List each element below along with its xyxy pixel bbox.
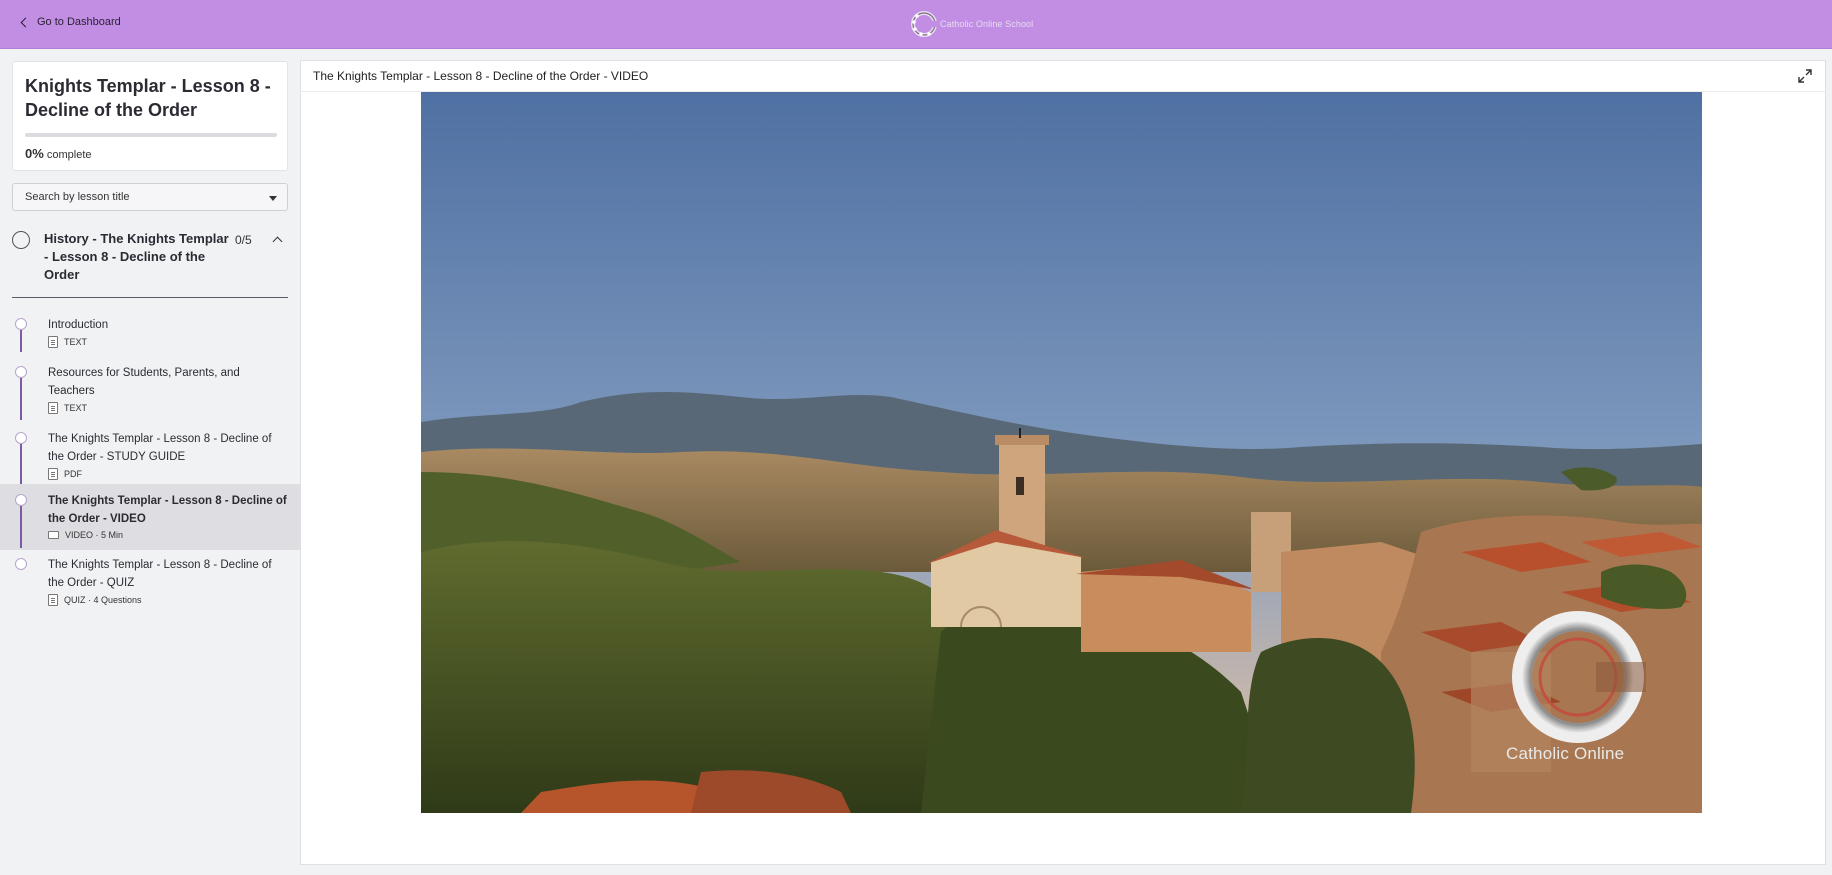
lesson-meta: QUIZ · 4 Questions <box>48 594 142 606</box>
progress-value: 0% <box>25 146 44 161</box>
lesson-search-dropdown[interactable]: Search by lesson title <box>12 183 288 211</box>
text-doc-icon <box>48 336 58 348</box>
lesson-connector <box>20 378 22 420</box>
section-header[interactable]: History - The Knights Templar - Lesson 8… <box>12 230 288 298</box>
lesson-header: The Knights Templar - Lesson 8 - Decline… <box>301 61 1825 92</box>
catholic-online-logo-icon <box>911 11 938 37</box>
lesson-status-icon <box>15 494 27 506</box>
progress-label: complete <box>46 149 92 161</box>
progress-text: 0% complete <box>25 146 92 161</box>
caret-down-icon <box>269 196 277 201</box>
section-count: 0/5 <box>235 233 252 247</box>
sidebar: Knights Templar - Lesson 8 - Decline of … <box>0 50 300 875</box>
brand-logo[interactable]: Catholic Online School <box>910 10 1033 38</box>
go-to-dashboard-link[interactable]: Go to Dashboard <box>20 16 121 28</box>
video-icon <box>48 531 59 539</box>
pdf-doc-icon <box>48 468 58 480</box>
lesson-type: QUIZ · 4 Questions <box>64 595 142 605</box>
lesson-title: Resources for Students, Parents, and Tea… <box>48 367 240 397</box>
lesson-title: The Knights Templar - Lesson 8 - Decline… <box>48 433 272 463</box>
video-watermark-text: Catholic Online <box>1506 744 1625 763</box>
top-bar: Go to Dashboard Catholic Online School <box>0 0 1832 49</box>
text-doc-icon <box>48 402 58 414</box>
lesson-type: PDF <box>64 469 82 479</box>
chevron-up-icon[interactable] <box>272 236 283 247</box>
lesson-meta: TEXT <box>48 336 87 348</box>
brand-text: Catholic Online School <box>940 19 1034 29</box>
lesson-meta: VIDEO · 5 Min <box>48 530 123 540</box>
go-to-dashboard-label: Go to Dashboard <box>37 16 121 28</box>
lesson-meta: TEXT <box>48 402 87 414</box>
lesson-item-video[interactable]: The Knights Templar - Lesson 8 - Decline… <box>0 484 300 550</box>
lesson-status-icon <box>15 432 27 444</box>
video-frame-image <box>421 92 1702 813</box>
progress-bar <box>25 133 277 137</box>
lesson-title: The Knights Templar - Lesson 8 - Decline… <box>48 495 287 525</box>
lesson-type: VIDEO · 5 Min <box>65 530 124 540</box>
lesson-item-study-guide[interactable]: The Knights Templar - Lesson 8 - Decline… <box>0 426 300 490</box>
lesson-content-panel: The Knights Templar - Lesson 8 - Decline… <box>300 60 1826 865</box>
lesson-item-quiz[interactable]: The Knights Templar - Lesson 8 - Decline… <box>0 558 300 622</box>
lesson-type: TEXT <box>64 403 88 413</box>
lesson-title: Introduction <box>48 319 109 331</box>
lesson-item-resources[interactable]: Resources for Students, Parents, and Tea… <box>0 360 300 424</box>
course-card: Knights Templar - Lesson 8 - Decline of … <box>12 61 288 171</box>
lesson-item-introduction[interactable]: Introduction TEXT <box>0 312 300 358</box>
lesson-meta: PDF <box>48 468 82 480</box>
expand-icon[interactable] <box>1797 68 1813 84</box>
lesson-connector <box>20 330 22 352</box>
lesson-status-icon <box>15 558 27 570</box>
lesson-status-icon <box>15 366 27 378</box>
lesson-title: The Knights Templar - Lesson 8 - Decline… <box>48 559 272 589</box>
lesson-connector <box>20 506 22 548</box>
lesson-connector <box>20 444 22 488</box>
lesson-status-icon <box>15 318 27 330</box>
section-title: History - The Knights Templar - Lesson 8… <box>44 231 229 282</box>
section-status-icon <box>12 231 30 249</box>
lesson-search-placeholder: Search by lesson title <box>25 191 130 203</box>
quiz-icon <box>48 594 58 606</box>
lesson-content-title: The Knights Templar - Lesson 8 - Decline… <box>313 69 649 83</box>
chevron-left-icon <box>20 17 31 28</box>
lesson-type: TEXT <box>64 337 88 347</box>
video-player[interactable]: Catholic Online <box>421 92 1702 813</box>
course-title: Knights Templar - Lesson 8 - Decline of … <box>25 76 271 120</box>
